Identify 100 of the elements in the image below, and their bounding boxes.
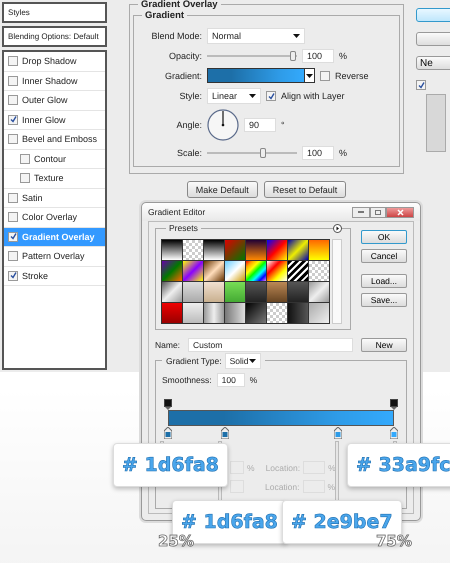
gradient-swatch[interactable] [183,261,203,281]
gradient-swatch[interactable] [246,240,266,260]
unit-label: % [339,51,348,61]
field-label: Blend Mode: [150,31,202,41]
gradient-swatch[interactable] [225,261,245,281]
color-stop-icon[interactable] [164,427,172,439]
minimize-icon [358,211,364,213]
side-button[interactable] [416,8,450,22]
blending-options-item[interactable]: Blending Options: Default [2,26,107,47]
checkbox[interactable] [8,251,18,262]
gradient-swatch[interactable] [267,282,287,302]
color-stop-icon[interactable] [334,427,342,439]
maximize-button[interactable] [370,206,386,218]
checkbox[interactable] [8,192,18,203]
gradient-swatch[interactable] [162,240,182,260]
gradient-swatch[interactable] [288,303,308,323]
gradient-swatch[interactable] [162,282,182,302]
minimize-button[interactable] [352,206,370,218]
angle-field[interactable]: 90 [244,118,276,132]
angle-dial[interactable] [207,109,239,141]
checkbox[interactable] [8,134,18,144]
unit-label: % [250,375,258,385]
checkbox[interactable] [8,212,18,222]
checkbox[interactable] [8,76,18,86]
checkbox[interactable] [20,154,30,164]
side-button[interactable] [416,32,450,46]
gradient-swatch[interactable] [288,261,308,281]
gradient-swatch[interactable] [309,240,329,260]
close-button[interactable] [386,206,414,218]
checkbox[interactable] [320,70,330,80]
style-item[interactable]: Satin [4,188,105,208]
dialog-button[interactable]: OK [361,230,407,244]
color-stop-icon[interactable] [390,427,398,439]
gradient-swatch[interactable] [267,303,287,323]
gradient-swatch[interactable] [246,282,266,302]
checkbox[interactable] [416,80,426,90]
gradient-swatch[interactable] [204,282,224,302]
field-label: Smoothness: [162,375,212,385]
gradient-swatch[interactable] [309,282,329,302]
scale-field[interactable]: 100 [302,146,334,160]
field-label: Gradient Type: [166,356,222,366]
opacity-field[interactable]: 100 [302,49,334,63]
unit-label: % [247,462,255,472]
gradient-picker[interactable] [207,68,315,83]
color-stop-icon[interactable] [220,427,228,439]
gradient-swatch[interactable] [288,240,308,260]
maximize-icon [375,210,381,214]
style-item[interactable]: Inner Glow [4,110,105,130]
dialog-button[interactable]: Load... [361,274,407,288]
gradient-swatch[interactable] [183,282,203,302]
gradient-type-dropdown[interactable]: Solid [224,353,261,369]
blend-mode-dropdown[interactable]: Normal [207,28,305,44]
percent-label: 25% [158,532,194,550]
caret-icon [293,34,300,38]
opacity-stop-icon[interactable] [390,399,398,410]
gradient-swatch[interactable] [288,282,308,302]
gradient-swatch[interactable] [162,303,182,323]
checkbox[interactable] [8,232,18,242]
group-title: Presets [166,223,201,233]
stop-field[interactable] [230,480,244,493]
checkbox[interactable] [8,114,18,125]
style-item[interactable]: Stroke [4,266,105,286]
unit-label: % [339,148,348,158]
dialog-button[interactable]: Make Default [186,181,258,198]
side-button[interactable]: Ne [416,56,450,70]
checkbox[interactable] [266,91,276,101]
gradient-swatch[interactable] [183,240,203,260]
checkbox[interactable] [8,95,18,106]
style-item[interactable]: Contour [4,150,105,169]
gradient-swatch[interactable] [225,303,245,323]
scroll-bar[interactable] [332,239,342,324]
gradient-swatch[interactable] [225,240,245,260]
gradient-swatch[interactable] [267,240,287,260]
style-item[interactable]: Inner Shadow [4,72,105,91]
dialog-button[interactable]: Cancel [361,249,407,263]
checkbox[interactable] [20,173,30,184]
style-dropdown[interactable]: Linear [207,88,261,104]
gradient-swatch[interactable] [267,261,287,281]
gradient-swatch[interactable] [204,240,224,260]
gradient-swatch[interactable] [225,282,245,302]
gradient-swatch[interactable] [309,303,329,323]
checkbox[interactable] [8,56,18,66]
stop-field[interactable] [230,461,244,474]
gradient-swatch[interactable] [204,261,224,281]
dialog-button[interactable]: Reset to Default [264,181,346,198]
color-code-callout: # 33a9fc [347,443,450,487]
dialog-button[interactable]: Save... [361,293,407,307]
gradient-swatch[interactable] [309,261,329,281]
new-button[interactable]: New [361,338,407,352]
checkbox[interactable] [8,270,18,281]
slider-thumb[interactable] [290,51,296,61]
gradient-swatch[interactable] [246,261,266,281]
slider-thumb[interactable] [260,148,266,158]
smoothness-field[interactable]: 100 [216,373,245,387]
gradient-swatch[interactable] [162,261,182,281]
gradient-swatch[interactable] [204,303,224,323]
gradient-swatch[interactable] [246,303,266,323]
gradient-swatch[interactable] [183,303,203,323]
name-field[interactable]: Custom [188,338,354,352]
opacity-stop-icon[interactable] [164,399,172,410]
